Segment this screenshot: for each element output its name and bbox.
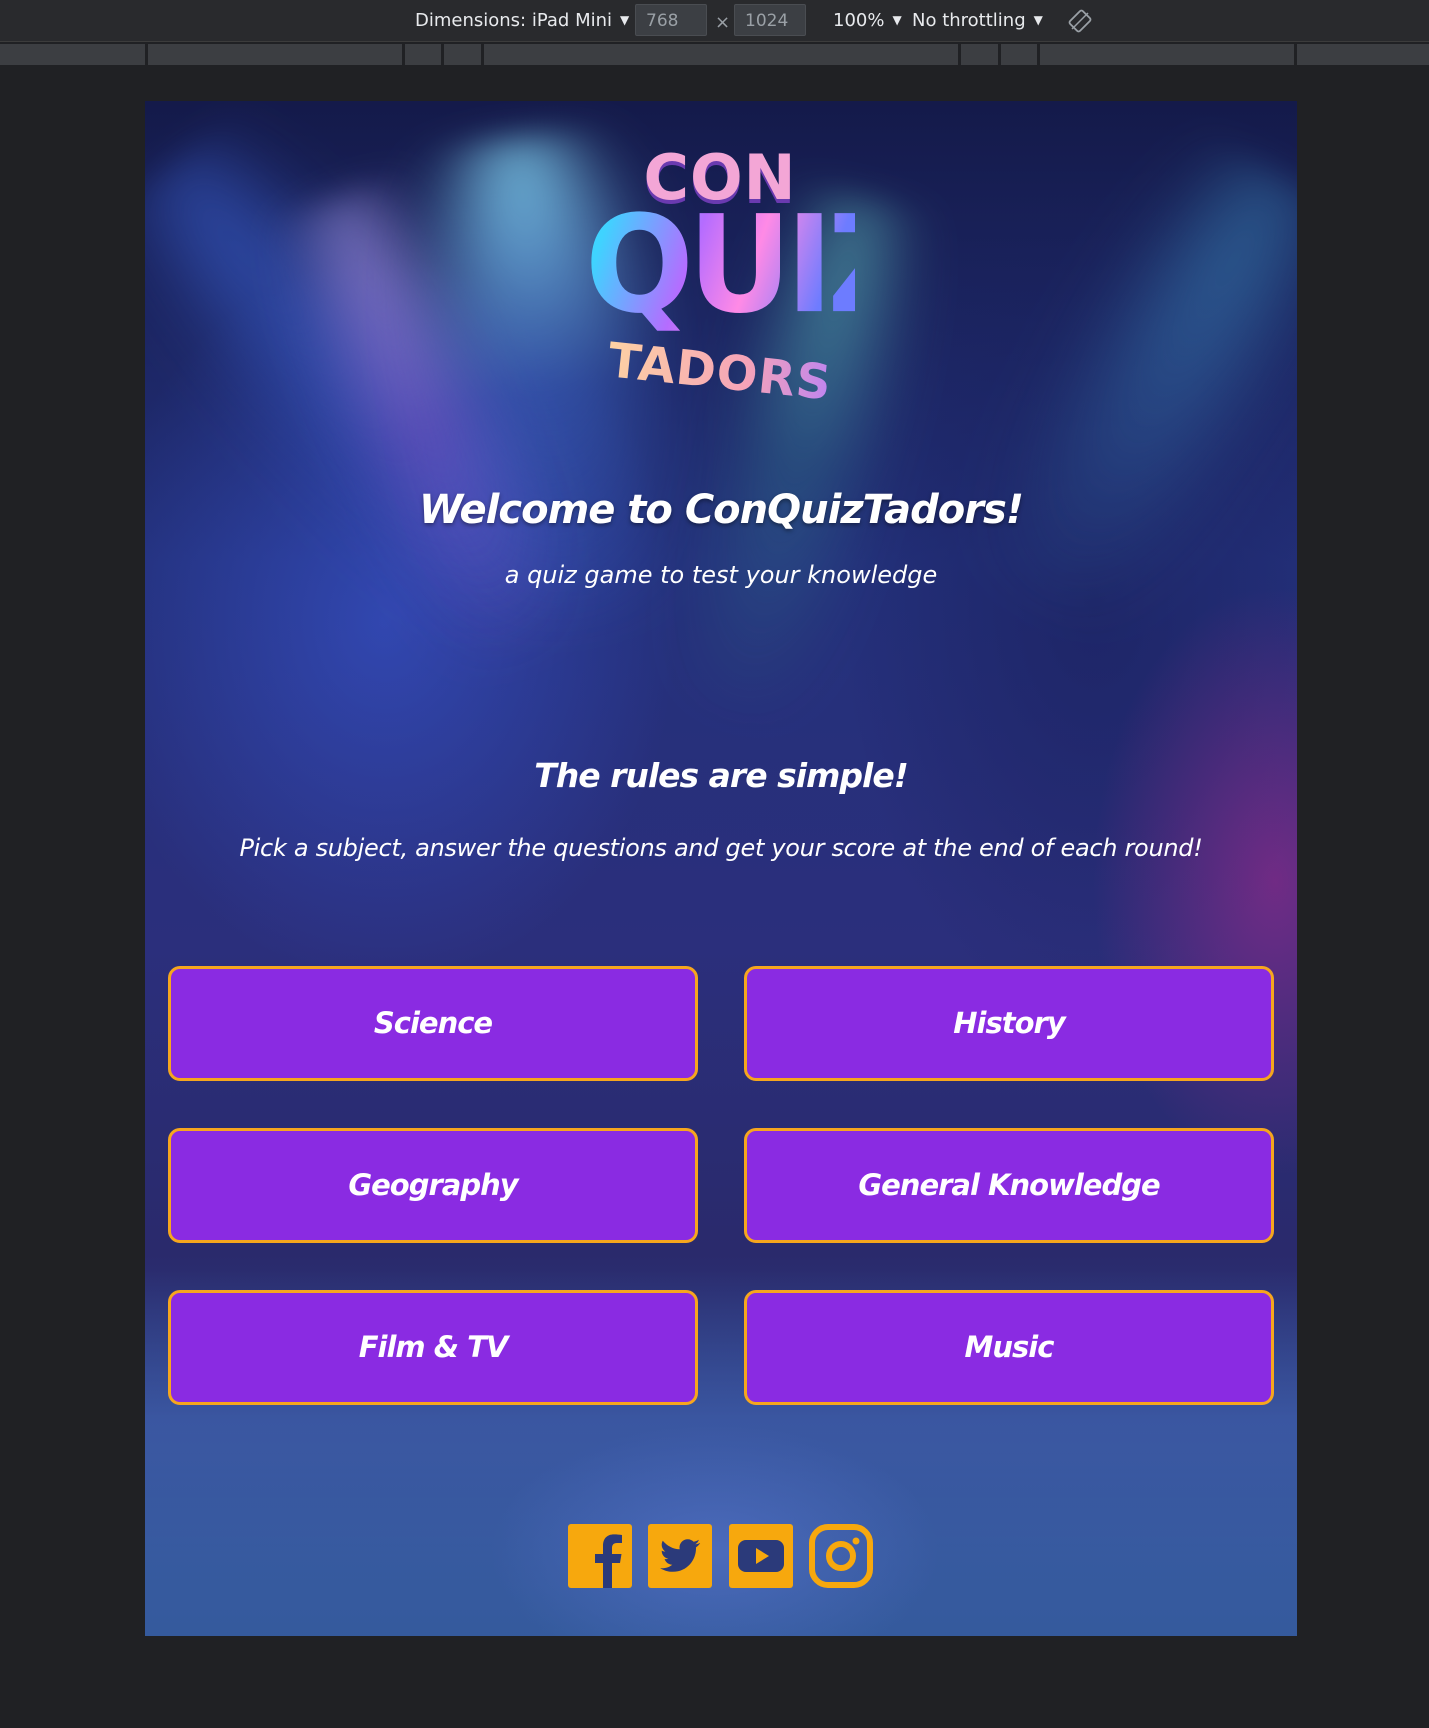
throttling-label: No throttling	[912, 10, 1026, 31]
category-button-history[interactable]: History	[744, 966, 1274, 1081]
rotate-icon[interactable]	[1068, 9, 1092, 33]
zoom-selector[interactable]: 100% ▼	[833, 0, 902, 41]
device-selector[interactable]: Dimensions: iPad Mini ▼	[415, 0, 629, 41]
media-query-segment[interactable]	[0, 44, 145, 65]
zoom-label: 100%	[833, 10, 885, 31]
dimension-separator: ×	[715, 12, 731, 33]
rules-heading: The rules are simple!	[534, 756, 909, 795]
dropdown-caret-icon: ▼	[620, 13, 630, 27]
logo-line-quiz: QUIZ	[585, 187, 920, 344]
media-query-segment[interactable]	[405, 44, 441, 65]
page-title: Welcome to ConQuizTadors!	[418, 487, 1024, 533]
category-button-science[interactable]: Science	[168, 966, 698, 1081]
logo: CON QUIZ TADORS	[585, 136, 920, 416]
page-viewport: CON QUIZ TADORS Welcome to ConQuizTadors…	[145, 101, 1297, 1636]
category-button-general-knowledge[interactable]: General Knowledge	[744, 1128, 1274, 1243]
youtube-icon[interactable]	[729, 1524, 793, 1588]
spotlight-beam	[288, 172, 577, 692]
media-query-bar	[0, 42, 1429, 67]
category-button-geography[interactable]: Geography	[168, 1128, 698, 1243]
throttling-selector[interactable]: No throttling ▼	[912, 0, 1043, 41]
media-query-segment[interactable]	[444, 44, 481, 65]
device-label: Dimensions: iPad Mini	[415, 10, 613, 31]
category-button-music[interactable]: Music	[744, 1290, 1274, 1405]
media-query-segment[interactable]	[484, 44, 958, 65]
dropdown-caret-icon: ▼	[892, 13, 902, 27]
facebook-icon[interactable]	[568, 1524, 632, 1588]
instagram-icon[interactable]	[809, 1524, 873, 1588]
media-query-segment[interactable]	[148, 44, 402, 65]
media-query-segment[interactable]	[1040, 44, 1294, 65]
media-query-segment[interactable]	[1297, 44, 1429, 65]
media-query-segment[interactable]	[1001, 44, 1037, 65]
twitter-icon[interactable]	[648, 1524, 712, 1588]
devtools-device-toolbar: Dimensions: iPad Mini ▼ 768 × 1024 100% ▼ …	[0, 0, 1429, 42]
height-input[interactable]: 1024	[734, 4, 806, 36]
rules-text: Pick a subject, answer the questions and…	[239, 834, 1203, 862]
media-query-segment[interactable]	[961, 44, 998, 65]
width-input[interactable]: 768	[635, 4, 707, 36]
tagline: a quiz game to test your knowledge	[504, 561, 938, 589]
dropdown-caret-icon: ▼	[1033, 13, 1043, 27]
category-button-film-tv[interactable]: Film & TV	[168, 1290, 698, 1405]
